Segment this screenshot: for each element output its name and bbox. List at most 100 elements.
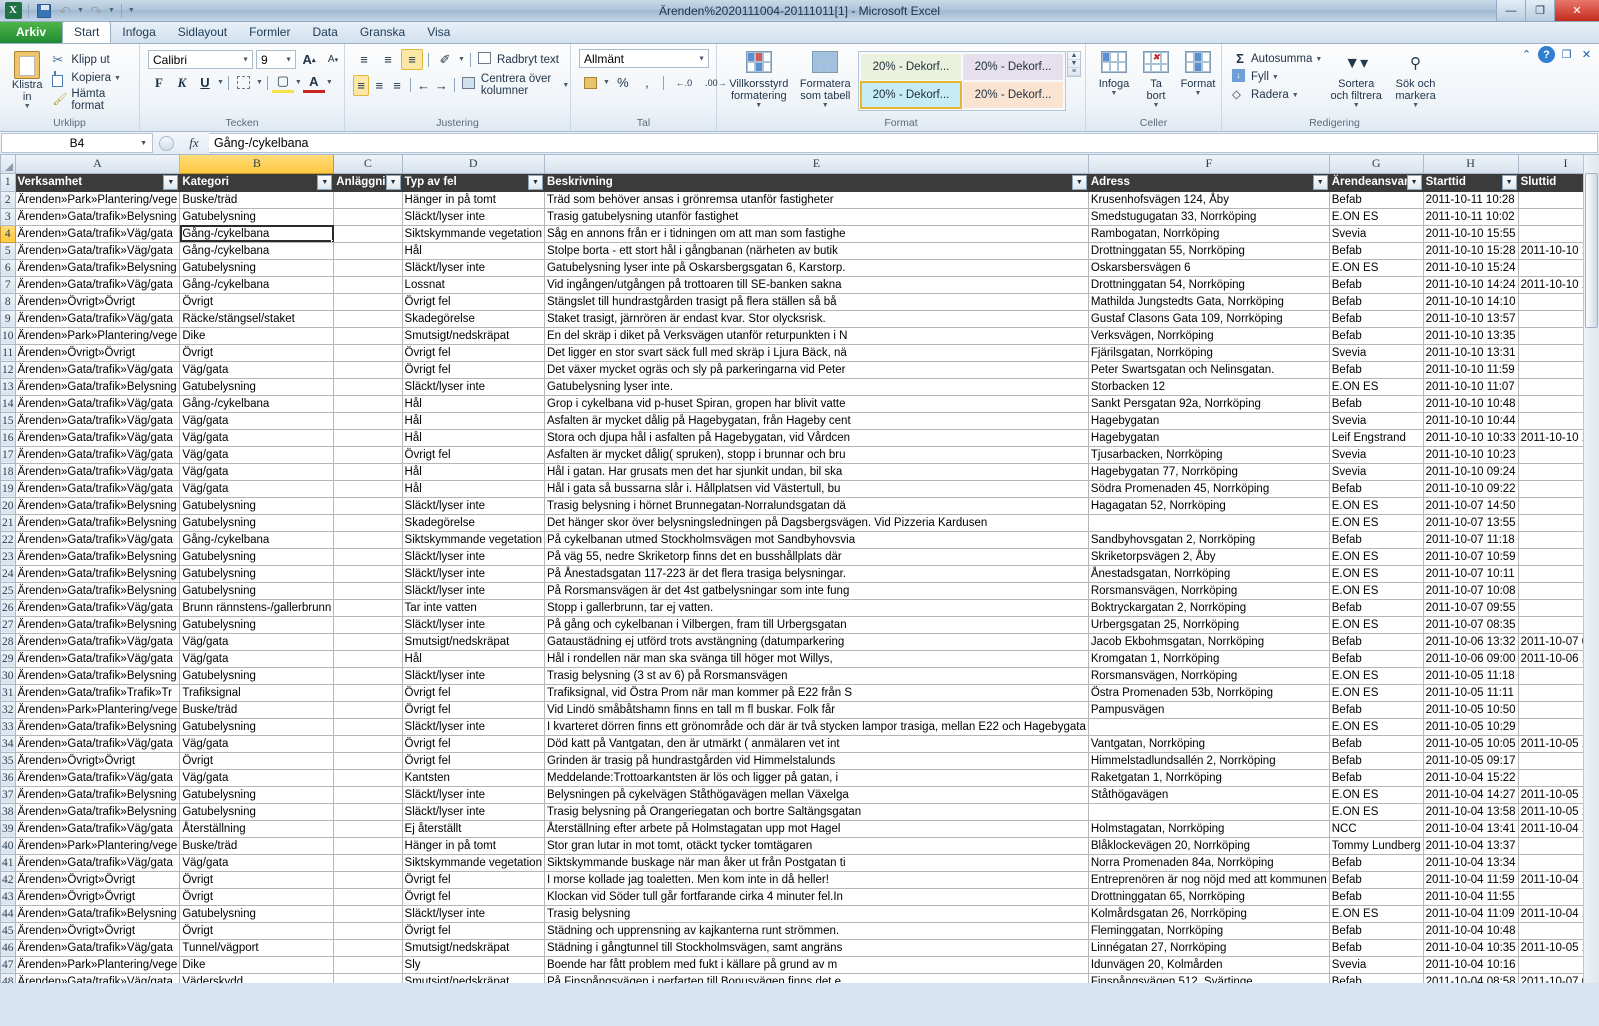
cell-H21[interactable]: 2011-10-07 13:55 bbox=[1422, 513, 1519, 532]
cell-C34[interactable] bbox=[333, 734, 403, 753]
increase-indent-button[interactable]: → bbox=[433, 75, 449, 96]
cell-H48[interactable]: 2011-10-04 08:58 bbox=[1422, 972, 1519, 983]
cell-E41[interactable]: Siktskymmande buskage när man åker ut fr… bbox=[543, 853, 1089, 872]
row-header-3[interactable]: 3 bbox=[0, 207, 16, 226]
cell-B24[interactable]: Gatubelysning bbox=[179, 564, 335, 583]
cell-C14[interactable] bbox=[333, 394, 403, 413]
formula-bar-buttons[interactable] bbox=[153, 132, 179, 154]
cell-H30[interactable]: 2011-10-05 11:18 bbox=[1422, 666, 1519, 685]
cell-A7[interactable]: Ärenden»Gata/trafik»Väg/gata bbox=[14, 275, 181, 294]
cell-D35[interactable]: Övrigt fel bbox=[401, 751, 545, 770]
cell-E35[interactable]: Grinden är trasig på hundrastgården vid … bbox=[543, 751, 1089, 770]
cell-C19[interactable] bbox=[333, 479, 403, 498]
cell-A37[interactable]: Ärenden»Gata/trafik»Belysning bbox=[14, 785, 181, 804]
cell-G38[interactable]: E.ON ES bbox=[1328, 802, 1424, 821]
cell-F17[interactable]: Tjusarbacken, Norrköping bbox=[1087, 445, 1330, 464]
row-header-41[interactable]: 41 bbox=[0, 853, 16, 872]
cell-F6[interactable]: Oskarsbersvägen 6 bbox=[1087, 258, 1330, 277]
cell-F44[interactable]: Kolmårdsgatan 26, Norrköping bbox=[1087, 904, 1330, 923]
cell-D25[interactable]: Släckt/lyser inte bbox=[401, 581, 545, 600]
filter-dropdown-icon-d[interactable]: ▼ bbox=[527, 174, 543, 190]
cell-G15[interactable]: Svevia bbox=[1328, 411, 1424, 430]
cell-G48[interactable]: Befab bbox=[1328, 972, 1424, 983]
cell-G5[interactable]: Befab bbox=[1328, 241, 1424, 260]
table-row[interactable]: 13 Ärenden»Gata/trafik»Belysning Gatubelys… bbox=[0, 377, 1599, 396]
currency-caret-icon[interactable]: ▼ bbox=[603, 79, 610, 86]
cell-A19[interactable]: Ärenden»Gata/trafik»Väg/gata bbox=[14, 479, 181, 498]
cell-B34[interactable]: Väg/gata bbox=[179, 734, 335, 753]
row-header-8[interactable]: 8 bbox=[0, 292, 16, 311]
insert-function-icon[interactable]: fx bbox=[179, 132, 209, 154]
cell-F33[interactable] bbox=[1087, 717, 1330, 736]
cell-styles-scrollbar[interactable]: ▲ ▼ ≡ bbox=[1067, 51, 1081, 77]
cell-G30[interactable]: E.ON ES bbox=[1328, 666, 1424, 685]
table-row[interactable]: 43 Ärenden»Övrigt»Övrigt Övrigt Övrigt fel K… bbox=[0, 887, 1599, 906]
cell-E30[interactable]: Trasig belysning (3 st av 6) på Rorsmans… bbox=[543, 666, 1089, 685]
cell-C39[interactable] bbox=[333, 819, 403, 838]
cell-B10[interactable]: Dike bbox=[179, 326, 335, 345]
cell-E45[interactable]: Städning och upprensning av kajkanterna … bbox=[543, 921, 1089, 940]
cell-H8[interactable]: 2011-10-10 14:10 bbox=[1422, 292, 1519, 311]
cell-F45[interactable]: Fleminggatan, Norrköping bbox=[1087, 921, 1330, 940]
table-row[interactable]: 26 Ärenden»Gata/trafik»Väg/gata Brunn ränn… bbox=[0, 598, 1599, 617]
cell-E36[interactable]: Meddelande:Trottoarkantsten är lös och l… bbox=[543, 768, 1089, 787]
cell-F4[interactable]: Rambogatan, Norrköping bbox=[1087, 224, 1330, 243]
insert-caret-icon[interactable]: ▼ bbox=[1111, 90, 1118, 98]
row-header-22[interactable]: 22 bbox=[0, 530, 16, 549]
cell-G44[interactable]: E.ON ES bbox=[1328, 904, 1424, 923]
cell-H43[interactable]: 2011-10-04 11:55 bbox=[1422, 887, 1519, 906]
cell-H19[interactable]: 2011-10-10 09:22 bbox=[1422, 479, 1519, 498]
cell-H20[interactable]: 2011-10-07 14:50 bbox=[1422, 496, 1519, 515]
fill-color-caret-icon[interactable]: ▼ bbox=[295, 79, 302, 86]
close-button[interactable]: ✕ bbox=[1554, 0, 1599, 21]
cell-A18[interactable]: Ärenden»Gata/trafik»Väg/gata bbox=[14, 462, 181, 481]
cell-E15[interactable]: Asfalten är mycket dålig på Hagebygatan,… bbox=[543, 411, 1089, 430]
cell-C37[interactable] bbox=[333, 785, 403, 804]
ribbon-help-controls[interactable]: ⌃ ? ❐ ✕ bbox=[1518, 46, 1595, 63]
cell-D27[interactable]: Släckt/lyser inte bbox=[401, 615, 545, 634]
cell-F23[interactable]: Skriketorpsvägen 2, Åby bbox=[1087, 547, 1330, 566]
decrease-indent-button[interactable]: ← bbox=[416, 75, 432, 96]
find-select-caret-icon[interactable]: ▼ bbox=[1412, 102, 1419, 110]
cell-C24[interactable] bbox=[333, 564, 403, 583]
table-row[interactable]: 5 Ärenden»Gata/trafik»Väg/gata Gång-/cykel… bbox=[0, 241, 1599, 260]
underline-button[interactable]: U bbox=[194, 72, 216, 93]
cell-B8[interactable]: Övrigt bbox=[179, 292, 335, 311]
cell-C38[interactable] bbox=[333, 802, 403, 821]
cell-E48[interactable]: På Finspångsvägen i nerfarten till Bonus… bbox=[543, 972, 1089, 983]
styles-scroll-down-icon[interactable]: ▼ bbox=[1068, 60, 1080, 68]
align-bottom-button[interactable]: ≡ bbox=[401, 49, 423, 70]
cell-E33[interactable]: I kvarteret dörren finns ett grönområde … bbox=[543, 717, 1089, 736]
cell-H6[interactable]: 2011-10-10 15:24 bbox=[1422, 258, 1519, 277]
select-all-corner[interactable] bbox=[0, 155, 16, 174]
cell-A11[interactable]: Ärenden»Övrigt»Övrigt bbox=[14, 343, 181, 362]
minimize-button[interactable]: — bbox=[1496, 0, 1525, 21]
cell-D46[interactable]: Smutsigt/nedskräpat bbox=[401, 938, 545, 957]
cell-F24[interactable]: Ånestadsgatan, Norrköping bbox=[1087, 564, 1330, 583]
row-header-25[interactable]: 25 bbox=[0, 581, 16, 600]
cell-G4[interactable]: Svevia bbox=[1328, 224, 1424, 243]
cell-A24[interactable]: Ärenden»Gata/trafik»Belysning bbox=[14, 564, 181, 583]
tab-formler[interactable]: Formler bbox=[238, 21, 301, 43]
autosum-caret-icon[interactable]: ▼ bbox=[1315, 56, 1322, 63]
table-row[interactable]: 25 Ärenden»Gata/trafik»Belysning Gatubelys… bbox=[0, 581, 1599, 600]
cell-B47[interactable]: Dike bbox=[179, 955, 335, 974]
cell-A38[interactable]: Ärenden»Gata/trafik»Belysning bbox=[14, 802, 181, 821]
row-header-37[interactable]: 37 bbox=[0, 785, 16, 804]
window-controls[interactable]: — ❐ ✕ bbox=[1496, 0, 1599, 21]
table-row[interactable]: 35 Ärenden»Övrigt»Övrigt Övrigt Övrigt fel G… bbox=[0, 751, 1599, 770]
help-icon[interactable]: ? bbox=[1538, 46, 1555, 63]
cell-H39[interactable]: 2011-10-04 13:41 bbox=[1422, 819, 1519, 838]
cell-D9[interactable]: Skadegörelse bbox=[401, 309, 545, 328]
cell-B27[interactable]: Gatubelysning bbox=[179, 615, 335, 634]
cell-G37[interactable]: E.ON ES bbox=[1328, 785, 1424, 804]
row-header-45[interactable]: 45 bbox=[0, 921, 16, 940]
row-header-34[interactable]: 34 bbox=[0, 734, 16, 753]
tab-visa[interactable]: Visa bbox=[416, 21, 461, 43]
cell-E9[interactable]: Staket trasigt, järnrören är endast kvar… bbox=[543, 309, 1089, 328]
align-middle-button[interactable]: ≡ bbox=[377, 49, 399, 70]
minimize-ribbon-icon[interactable]: ⌃ bbox=[1518, 46, 1535, 63]
cell-A28[interactable]: Ärenden»Gata/trafik»Väg/gata bbox=[14, 632, 181, 651]
cell-E37[interactable]: Belysningen på cykelvägen Ståthögavägen … bbox=[543, 785, 1089, 804]
cell-H5[interactable]: 2011-10-10 15:28 bbox=[1422, 241, 1519, 260]
